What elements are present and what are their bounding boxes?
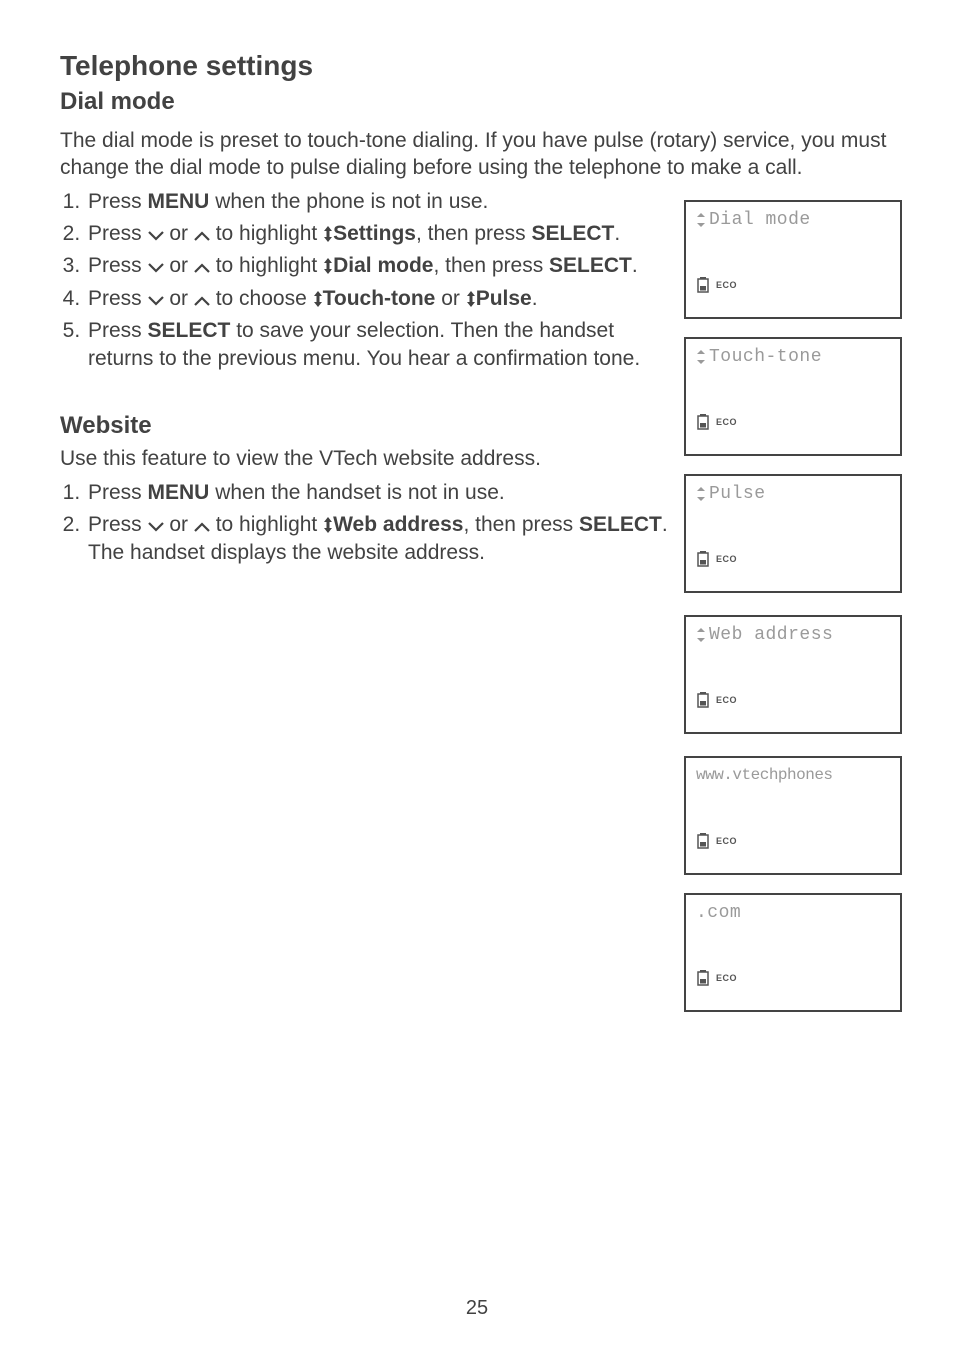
- updown-arrow-icon: [696, 487, 706, 501]
- lcd-text: Web address: [709, 625, 833, 645]
- dial-mode-steps: Press MENU when the phone is not in use.…: [60, 188, 665, 374]
- lcd-text: Pulse: [709, 484, 766, 504]
- eco-label: ECO: [716, 973, 737, 983]
- updown-arrow-icon: [696, 213, 706, 227]
- list-item: Press SELECT to save your selection. The…: [86, 317, 665, 374]
- updown-icon: [466, 287, 476, 303]
- list-item: Press or to highlight Web address, then …: [86, 511, 690, 568]
- chevron-down-icon: [148, 263, 164, 273]
- list-item: Press or to highlight Dial mode, then pr…: [86, 252, 665, 280]
- list-item: Press MENU when the phone is not in use.: [86, 188, 665, 216]
- website-intro: Use this feature to view the VTech websi…: [60, 446, 665, 473]
- eco-label: ECO: [716, 836, 737, 846]
- updown-arrow-icon: [696, 628, 706, 642]
- updown-icon: [323, 222, 333, 238]
- eco-label: ECO: [716, 695, 737, 705]
- eco-label: ECO: [716, 554, 737, 564]
- lcd-screen-touch-tone: Touch-tone ECO: [684, 337, 902, 456]
- lcd-screen-dial-mode: Dial mode ECO: [684, 200, 902, 319]
- battery-icon: [696, 970, 710, 986]
- page-number: 25: [0, 1297, 954, 1320]
- chevron-up-icon: [194, 263, 210, 273]
- lcd-screen-web-address: Web address ECO: [684, 615, 902, 734]
- chevron-up-icon: [194, 296, 210, 306]
- updown-icon: [323, 513, 333, 529]
- battery-icon: [696, 833, 710, 849]
- section-title-dial-mode: Dial mode: [60, 88, 894, 116]
- list-item: Press or to highlight Settings, then pre…: [86, 220, 665, 248]
- chevron-up-icon: [194, 522, 210, 532]
- list-item: Press MENU when the handset is not in us…: [86, 479, 690, 507]
- battery-icon: [696, 692, 710, 708]
- updown-icon: [313, 287, 323, 303]
- chevron-down-icon: [148, 296, 164, 306]
- chevron-up-icon: [194, 231, 210, 241]
- lcd-screen-pulse: Pulse ECO: [684, 474, 902, 593]
- battery-icon: [696, 551, 710, 567]
- list-item: Press or to choose Touch-tone or Pulse.: [86, 285, 665, 313]
- lcd-text: Touch-tone: [709, 347, 822, 367]
- chevron-down-icon: [148, 522, 164, 532]
- lcd-text: .com: [696, 903, 741, 923]
- battery-icon: [696, 414, 710, 430]
- lcd-text: Dial mode: [709, 210, 811, 230]
- updown-arrow-icon: [696, 350, 706, 364]
- lcd-screen-url-2: .com ECO: [684, 893, 902, 1012]
- chevron-down-icon: [148, 231, 164, 241]
- updown-icon: [323, 254, 333, 270]
- website-steps: Press MENU when the handset is not in us…: [60, 479, 690, 568]
- lcd-text: www.vtechphones: [696, 766, 833, 784]
- eco-label: ECO: [716, 280, 737, 290]
- intro-paragraph: The dial mode is preset to touch-tone di…: [60, 128, 894, 182]
- lcd-screens-column: Dial mode ECO Touch-tone ECO Pulse: [684, 200, 902, 1030]
- battery-icon: [696, 277, 710, 293]
- eco-label: ECO: [716, 417, 737, 427]
- lcd-screen-url-1: www.vtechphones ECO: [684, 756, 902, 875]
- page-title: Telephone settings: [60, 50, 894, 82]
